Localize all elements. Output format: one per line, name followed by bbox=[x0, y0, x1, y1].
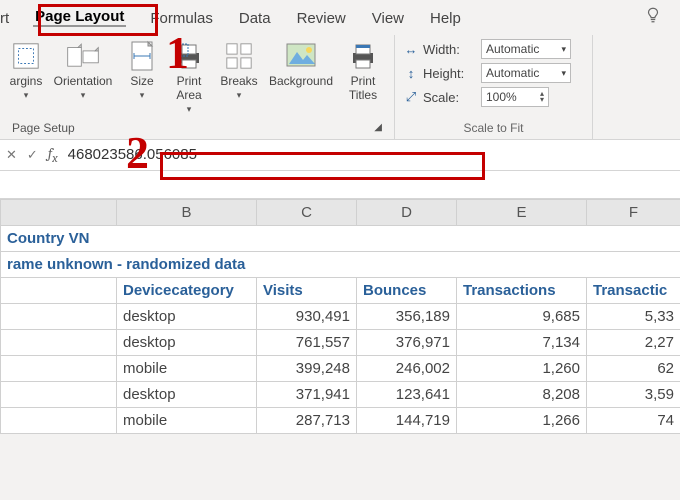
tab-formulas[interactable]: Formulas bbox=[148, 10, 215, 27]
chevron-down-icon: ▾ bbox=[24, 90, 29, 101]
width-icon: ↔ bbox=[403, 42, 419, 57]
breaks-icon bbox=[224, 39, 254, 73]
tab-review[interactable]: Review bbox=[295, 10, 348, 27]
tab-page-layout[interactable]: Page Layout bbox=[33, 8, 126, 27]
hdr-tr[interactable]: Transactic bbox=[587, 277, 680, 303]
orientation-label: Orientation bbox=[54, 75, 113, 89]
chevron-down-icon: ▾ bbox=[237, 90, 242, 101]
tab-view[interactable]: View bbox=[370, 10, 406, 27]
col-header-blank[interactable] bbox=[1, 199, 117, 225]
spreadsheet-grid[interactable]: B C D E F Country VN rame unknown - rand… bbox=[0, 199, 680, 434]
ribbon-tabs: rt Page Layout Formulas Data Review View… bbox=[0, 0, 680, 31]
breaks-label: Breaks bbox=[220, 75, 257, 89]
enter-icon[interactable]: ✓ bbox=[27, 147, 38, 163]
hdr-device[interactable]: Devicecategory bbox=[117, 277, 257, 303]
table-row[interactable]: mobile399,248246,0021,26062 bbox=[1, 355, 680, 381]
margins-button[interactable]: argins ▾ bbox=[6, 37, 46, 103]
height-label: Height: bbox=[423, 66, 477, 81]
scale-label: Scale: bbox=[423, 90, 477, 105]
group-label-scale: Scale to Fit bbox=[401, 117, 586, 137]
tab-partial[interactable]: rt bbox=[0, 10, 11, 27]
formula-bar: ✕ ✓ fx bbox=[0, 140, 680, 171]
tab-data[interactable]: Data bbox=[237, 10, 273, 27]
background-label: Background bbox=[269, 75, 333, 89]
size-button[interactable]: Size ▾ bbox=[120, 37, 164, 103]
print-area-icon bbox=[173, 39, 205, 73]
print-area-label: Print Area bbox=[176, 75, 201, 103]
height-value: Automatic bbox=[486, 66, 539, 80]
hdr-bounces[interactable]: Bounces bbox=[357, 277, 457, 303]
background-icon bbox=[285, 39, 317, 73]
scale-icon: ⤢ bbox=[403, 89, 419, 105]
orientation-icon bbox=[66, 39, 100, 73]
scale-value: 100% bbox=[486, 90, 517, 104]
tell-me-icon[interactable] bbox=[644, 6, 662, 27]
col-header[interactable]: D bbox=[357, 199, 457, 225]
orientation-button[interactable]: Orientation ▾ bbox=[46, 37, 120, 103]
title-row-2[interactable]: rame unknown - randomized data bbox=[1, 251, 680, 277]
col-header[interactable]: C bbox=[257, 199, 357, 225]
page-setup-text: Page Setup bbox=[12, 121, 75, 135]
hdr-trans[interactable]: Transactions bbox=[457, 277, 587, 303]
print-titles-button[interactable]: Print Titles bbox=[338, 37, 388, 105]
fx-icon[interactable]: fx bbox=[48, 144, 58, 166]
group-scale-to-fit: ↔ Width: Automatic ▾ ↕ Height: Automatic… bbox=[395, 35, 593, 139]
print-area-button[interactable]: Print Area ▾ bbox=[164, 37, 214, 117]
breaks-button[interactable]: Breaks ▾ bbox=[214, 37, 264, 103]
table-row[interactable]: mobile287,713144,7191,26674 bbox=[1, 407, 680, 433]
table-row[interactable]: desktop371,941123,6418,2083,59 bbox=[1, 381, 680, 407]
height-select[interactable]: Automatic ▾ bbox=[481, 63, 571, 83]
chevron-down-icon: ▾ bbox=[81, 90, 86, 101]
chevron-down-icon: ▾ bbox=[561, 68, 566, 79]
dialog-launcher-icon[interactable]: ◢ bbox=[374, 122, 382, 133]
print-titles-label: Print Titles bbox=[349, 75, 377, 103]
width-select[interactable]: Automatic ▾ bbox=[481, 39, 571, 59]
table-row[interactable]: desktop930,491356,1899,6855,33 bbox=[1, 303, 680, 329]
group-label-page-setup: Page Setup ◢ bbox=[6, 117, 388, 137]
tab-help[interactable]: Help bbox=[428, 10, 463, 27]
size-icon bbox=[128, 39, 156, 73]
chevron-down-icon: ▾ bbox=[561, 44, 566, 55]
formula-input[interactable] bbox=[68, 146, 674, 163]
margins-icon bbox=[11, 39, 41, 73]
scale-input[interactable]: 100% ▴▾ bbox=[481, 87, 549, 107]
chevron-down-icon: ▾ bbox=[187, 104, 192, 115]
title-row-1[interactable]: Country VN bbox=[1, 225, 680, 251]
print-titles-icon bbox=[347, 39, 379, 73]
hdr-visits[interactable]: Visits bbox=[257, 277, 357, 303]
header-row[interactable]: Devicecategory Visits Bounces Transactio… bbox=[1, 277, 680, 303]
col-header[interactable]: E bbox=[457, 199, 587, 225]
width-value: Automatic bbox=[486, 42, 539, 56]
cancel-icon[interactable]: ✕ bbox=[6, 147, 17, 163]
background-button[interactable]: Background bbox=[264, 37, 338, 91]
spacer bbox=[0, 171, 680, 199]
width-label: Width: bbox=[423, 42, 477, 57]
ribbon: argins ▾ Orientation ▾ Size ▾ bbox=[0, 31, 680, 140]
table-row[interactable]: desktop761,557376,9717,1342,27 bbox=[1, 329, 680, 355]
col-header[interactable]: B bbox=[117, 199, 257, 225]
height-icon: ↕ bbox=[403, 66, 419, 81]
margins-label: argins bbox=[10, 75, 43, 89]
chevron-down-icon: ▾ bbox=[140, 90, 145, 101]
size-label: Size bbox=[130, 75, 153, 89]
col-header[interactable]: F bbox=[587, 199, 680, 225]
column-headers[interactable]: B C D E F bbox=[1, 199, 680, 225]
group-page-setup: argins ▾ Orientation ▾ Size ▾ bbox=[0, 35, 395, 139]
spinner-icon[interactable]: ▴▾ bbox=[540, 91, 544, 103]
